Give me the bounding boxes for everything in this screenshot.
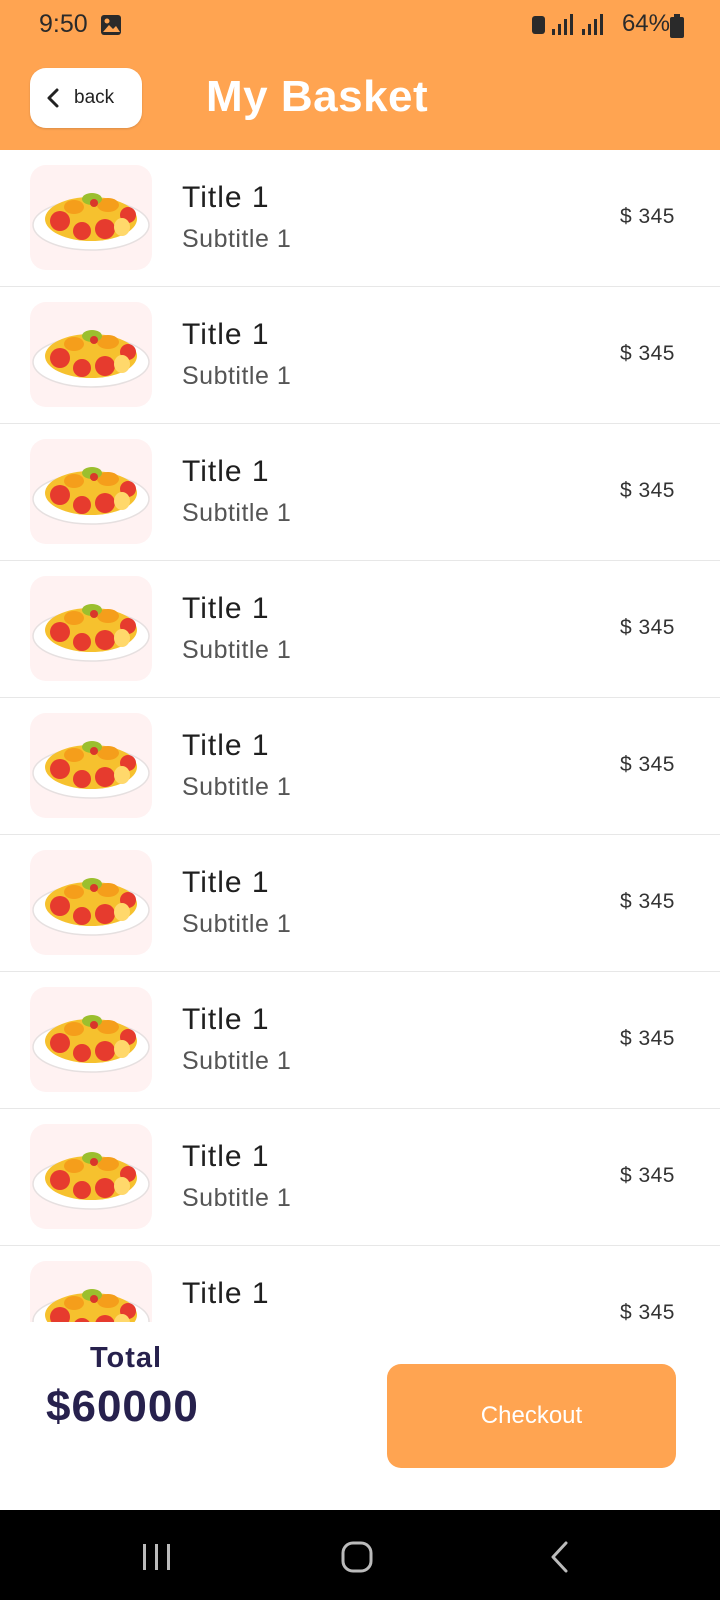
total-label: Total [90,1342,163,1374]
item-thumbnail [30,165,152,270]
back-button[interactable]: back [30,68,142,128]
fruit-salad-icon [32,1152,150,1210]
battery-icon [670,14,684,38]
fruit-salad-icon [32,467,150,525]
item-title: Title 1 [182,1003,270,1036]
item-price: $ 345 [619,479,675,502]
item-title: Title 1 [182,181,270,214]
item-thumbnail [30,1261,152,1322]
item-title: Title 1 [182,455,270,488]
item-thumbnail [30,713,152,818]
item-thumbnail [30,850,152,955]
item-thumbnail [30,987,152,1092]
fruit-salad-icon [32,604,150,662]
item-subtitle: Subtitle 1 [182,910,292,938]
item-price: $ 345 [619,205,675,228]
status-time: 9:50 [39,10,88,38]
item-subtitle: Subtitle 1 [182,362,292,390]
item-title: Title 1 [182,318,270,351]
basket-item[interactable]: Title 1 Subtitle 1 $ 345 [0,1109,720,1246]
total-value: $60000 [46,1382,199,1431]
item-title: Title 1 [182,729,270,762]
item-title: Title 1 [182,1277,270,1310]
fruit-salad-icon [32,1289,150,1322]
recents-icon[interactable] [137,1540,177,1574]
item-title: Title 1 [182,1140,270,1173]
item-subtitle: Subtitle 1 [182,1047,292,1075]
basket-item[interactable]: Title 1 Subtitle 1 $ 345 [0,287,720,424]
fruit-salad-icon [32,878,150,936]
fruit-salad-icon [32,330,150,388]
battery-percent: 64% [621,10,670,37]
system-nav-bar [0,1510,720,1600]
basket-item[interactable]: Title 1 Subtitle 1 $ 345 [0,561,720,698]
basket-item[interactable]: Title 1 Subtitle 1 $ 345 [0,150,720,287]
item-subtitle: Subtitle 1 [182,225,292,253]
gallery-icon [101,15,121,35]
basket-item[interactable]: Title 1 Subtitle 1 $ 345 [0,424,720,561]
item-price: $ 345 [619,616,675,639]
basket-list[interactable]: Title 1 Subtitle 1 $ 345 Title 1 Subtitl… [0,150,720,1322]
app-header: 9:50 64% back My Basket [0,0,720,150]
back-label: back [74,87,115,108]
fruit-salad-icon [32,1015,150,1073]
chevron-left-icon [47,88,59,108]
fruit-salad-icon [32,193,150,251]
basket-item[interactable]: Title 1 Subtitle 1 $ 345 [0,972,720,1109]
item-subtitle: Subtitle 1 [182,499,292,527]
item-thumbnail [30,439,152,544]
item-thumbnail [30,576,152,681]
item-price: $ 345 [619,753,675,776]
back-nav-icon[interactable] [542,1540,582,1574]
item-subtitle: Subtitle 1 [182,773,292,801]
item-thumbnail [30,302,152,407]
item-price: $ 345 [619,1027,675,1050]
item-title: Title 1 [182,592,270,625]
item-subtitle: Subtitle 1 [182,636,292,664]
item-price: $ 345 [619,890,675,913]
basket-item[interactable]: Title 1 Subtitle 1 $ 345 [0,698,720,835]
item-title: Title 1 [182,866,270,899]
home-icon[interactable] [338,1540,378,1574]
item-thumbnail [30,1124,152,1229]
basket-footer: Total $60000 Checkout [0,1322,720,1510]
fruit-salad-icon [32,741,150,799]
checkout-button[interactable]: Checkout [387,1364,676,1468]
item-price: $ 345 [619,1301,675,1322]
basket-item[interactable]: Title 1 $ 345 [0,1246,720,1322]
page-title: My Basket [206,72,429,121]
basket-item[interactable]: Title 1 Subtitle 1 $ 345 [0,835,720,972]
item-price: $ 345 [619,1164,675,1187]
item-subtitle: Subtitle 1 [182,1184,292,1212]
item-price: $ 345 [619,342,675,365]
